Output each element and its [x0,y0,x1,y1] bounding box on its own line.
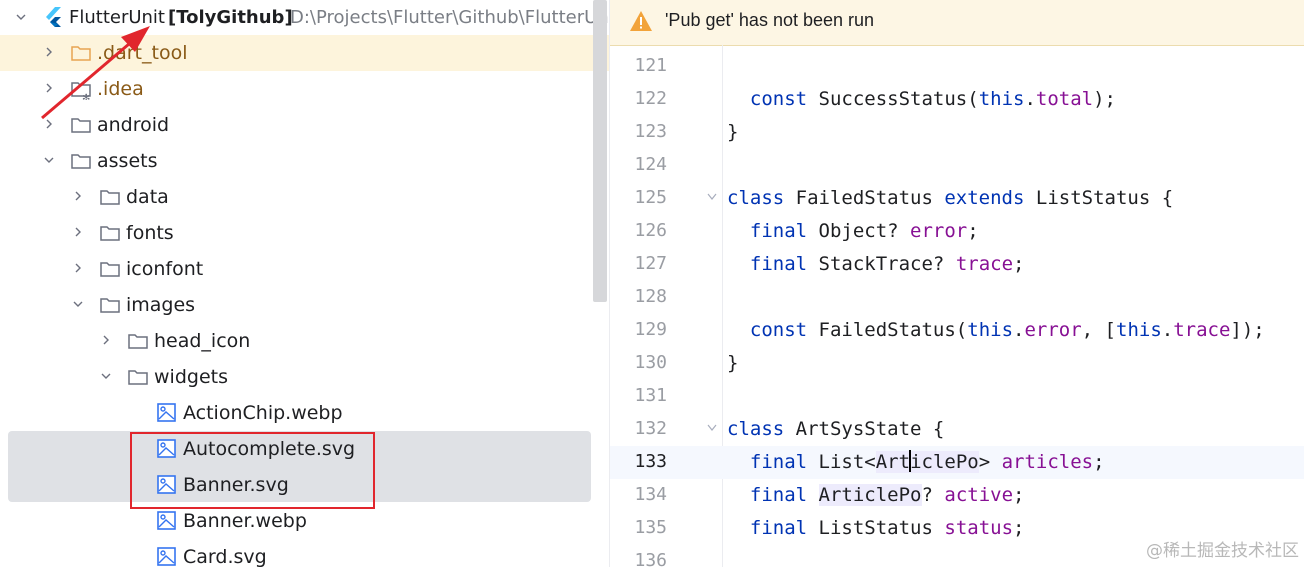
code-text: const FailedStatus(this.error, [this.tra… [749,319,1265,341]
folder-icon [100,262,120,277]
tree-item-label: iconfont [126,258,204,280]
warning-icon [630,11,652,31]
code-line[interactable]: 134 final ArticlePo? active; [610,479,1304,512]
chevron-down-icon[interactable] [101,371,111,381]
tree-item-label: widgets [154,366,228,388]
line-number: 128 [634,286,667,307]
tree-scrollbar[interactable] [593,0,607,302]
chevron-right-icon[interactable] [101,335,111,345]
line-number: 135 [634,517,667,538]
tree-item-iconfont[interactable]: iconfont [0,251,609,287]
chevron-right-icon[interactable] [73,263,83,273]
image-file-icon [157,511,176,530]
code-line[interactable]: 121 [610,50,1304,83]
image-file-icon [157,547,176,566]
annotation-highlight-box [130,432,375,509]
chevron-right-icon[interactable] [73,227,83,237]
code-line[interactable]: 122 const SuccessStatus(this.total); [610,83,1304,116]
tree-item-images[interactable]: images [0,287,609,323]
line-number: 134 [634,484,667,505]
tree-item-label: Banner.webp [183,510,307,532]
tree-item-label: assets [97,150,158,172]
tree-item-head-icon[interactable]: head_icon [0,323,609,359]
line-number: 123 [634,121,667,142]
chevron-right-icon[interactable] [73,191,83,201]
tree-item-card-svg[interactable]: Card.svg [0,539,609,567]
tree-item-label: images [126,294,196,316]
code-text: } [727,352,739,374]
code-text: final Object? error; [749,220,979,242]
code-line[interactable]: 132 class ArtSysState { [610,413,1304,446]
code-line[interactable]: 128 [610,281,1304,314]
code-text: class ArtSysState { [727,418,945,440]
line-number: 129 [634,319,667,340]
tree-item-label: Card.svg [183,546,267,567]
code-text: class FailedStatus extends ListStatus { [727,187,1174,209]
tree-item-widgets[interactable]: widgets [0,359,609,395]
annotation-arrow-icon [41,26,150,120]
folder-icon [100,190,120,205]
code-editor[interactable]: 'Pub get' has not been run 121 122 const… [609,0,1304,567]
fold-chevron-icon[interactable] [707,424,717,432]
line-number: 132 [634,418,667,439]
code-line[interactable]: 131 [610,380,1304,413]
line-number: 122 [634,88,667,109]
tree-item-fonts[interactable]: fonts [0,215,609,251]
folder-icon [71,154,91,169]
project-path: D:\Projects\Flutter\Github\FlutterUnit [290,7,609,28]
image-file-icon [157,403,176,422]
line-number: 131 [634,385,667,406]
line-number: 124 [634,154,667,175]
code-line[interactable]: 127 final StackTrace? trace; [610,248,1304,281]
code-text: const SuccessStatus(this.total); [749,88,1116,110]
tree-item-label: ActionChip.webp [183,402,343,424]
code-text: final List<ArticlePo> articles; [749,450,1105,473]
line-number: 130 [634,352,667,373]
banner-message: 'Pub get' has not been run [665,10,875,30]
folder-icon [100,298,120,313]
folder-icon [128,370,148,385]
watermark: @稀土掘金技术社区 [1146,541,1299,561]
tree-item-data[interactable]: data [0,179,609,215]
folder-icon [100,226,120,241]
project-module: [TolyGithub] [168,7,293,28]
pub-get-banner: 'Pub get' has not been run [610,0,1304,46]
line-number: 133 [634,451,667,472]
code-text: final ListStatus status; [749,517,1025,539]
tree-item-label: fonts [126,222,174,244]
code-text: final StackTrace? trace; [749,253,1025,275]
text-caret [909,450,912,472]
code-line[interactable]: 130 } [610,347,1304,380]
code-line[interactable]: 126 final Object? error; [610,215,1304,248]
tree-item-label: head_icon [154,330,251,352]
code-line[interactable]: 129 const FailedStatus(this.error, [this… [610,314,1304,347]
tree-item-label: data [126,186,169,208]
code-line[interactable]: 123 } [610,116,1304,149]
tree-item-assets[interactable]: assets [0,143,609,179]
tree-item-actionchip-webp[interactable]: ActionChip.webp [0,395,609,431]
code-line[interactable]: 125 class FailedStatus extends ListStatu… [610,182,1304,215]
code-line[interactable]: 124 [610,149,1304,182]
code-text: } [727,121,739,143]
chevron-down-icon[interactable] [44,155,54,165]
folder-icon [128,334,148,349]
fold-chevron-icon[interactable] [707,193,717,201]
line-number: 125 [634,187,667,208]
code-text: final ArticlePo? active; [749,484,1025,506]
line-number: 127 [634,253,667,274]
chevron-down-icon[interactable] [73,299,83,309]
line-number: 126 [634,220,667,241]
code-line-current[interactable]: 133 final List<ArticlePo> articles; [610,446,1304,479]
line-number: 121 [634,55,667,76]
line-number: 136 [634,550,667,567]
